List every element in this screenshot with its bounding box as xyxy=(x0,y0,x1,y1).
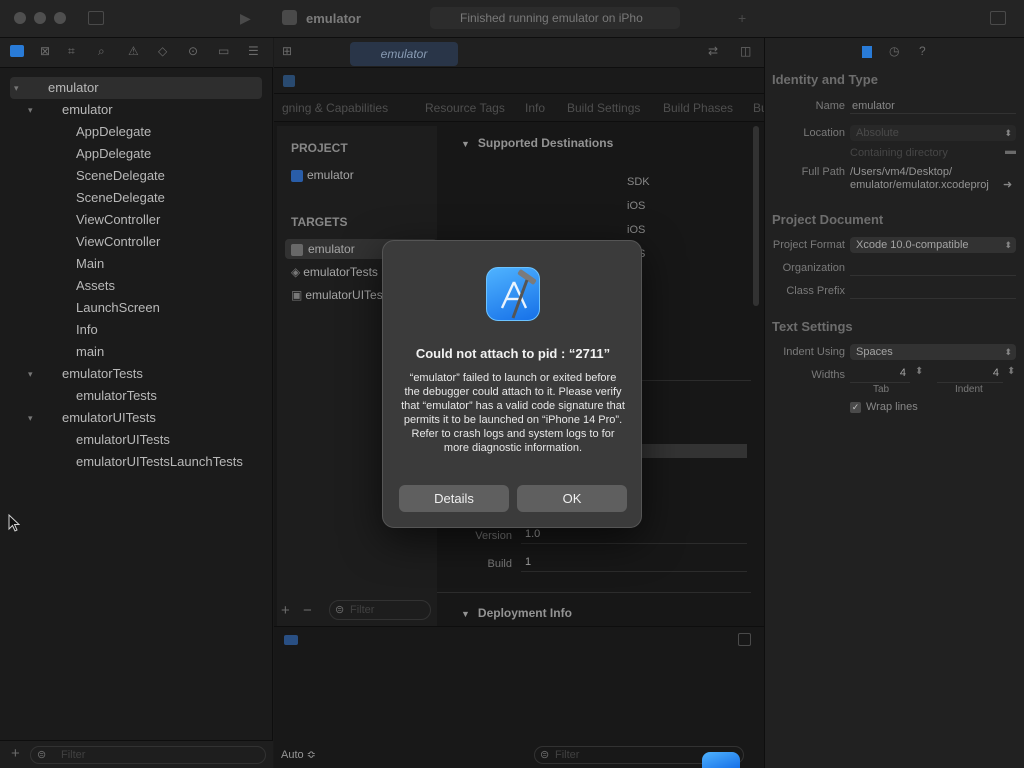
xcode-dock-icon[interactable] xyxy=(702,752,740,768)
dialog-title: Could not attach to pid : “2711” xyxy=(415,346,611,361)
dialog-message: “emulator” failed to launch or exited be… xyxy=(401,372,625,454)
xcode-hammer-icon xyxy=(500,269,537,319)
alert-dialog: Could not attach to pid : “2711” “emulat… xyxy=(382,240,642,528)
xcode-app-icon xyxy=(486,267,540,321)
ok-button[interactable]: OK xyxy=(517,485,627,512)
details-button[interactable]: Details xyxy=(399,485,509,512)
